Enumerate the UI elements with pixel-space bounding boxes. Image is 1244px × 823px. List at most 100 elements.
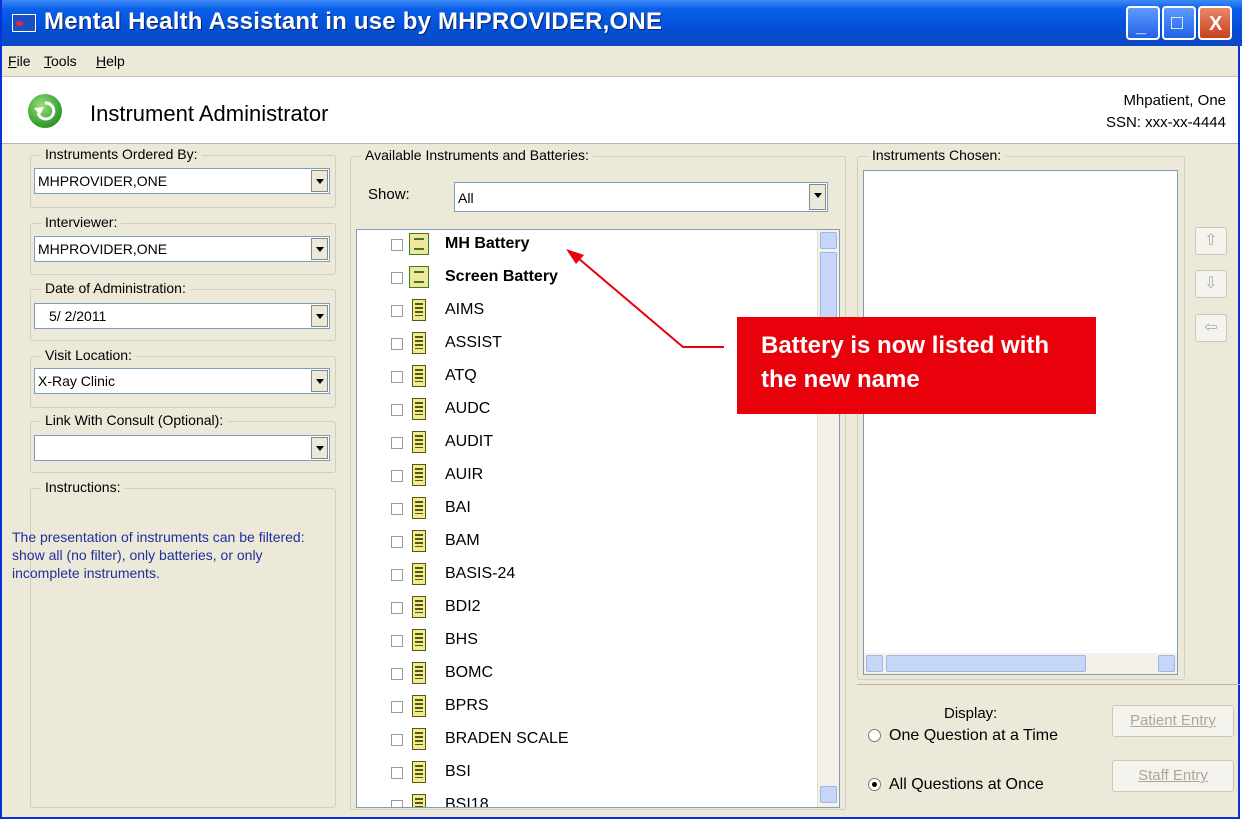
date-value: 5/ 2/2011 xyxy=(49,308,107,324)
back-arrow-icon[interactable] xyxy=(28,94,62,128)
menu-tools[interactable]: Tools xyxy=(44,53,77,69)
list-item[interactable]: AUIR xyxy=(357,461,817,494)
item-checkbox[interactable] xyxy=(391,635,403,647)
radio-all-questions[interactable] xyxy=(868,778,881,791)
item-label: ATQ xyxy=(445,367,477,384)
instrument-icon xyxy=(412,728,426,750)
item-label: AUDIT xyxy=(445,433,493,450)
maximize-button[interactable]: □ xyxy=(1162,6,1196,40)
instrument-icon xyxy=(412,629,426,651)
patient-entry-button[interactable]: Patient Entry xyxy=(1112,705,1234,737)
list-item[interactable]: BASIS-24 xyxy=(357,560,817,593)
item-label: BSI18 xyxy=(445,796,489,808)
item-checkbox[interactable] xyxy=(391,404,403,416)
list-item[interactable]: MH Battery xyxy=(357,230,817,263)
instrument-icon xyxy=(412,431,426,453)
list-item[interactable]: BDI2 xyxy=(357,593,817,626)
item-checkbox[interactable] xyxy=(391,701,403,713)
chevron-down-icon[interactable] xyxy=(809,184,826,210)
chevron-down-icon[interactable] xyxy=(311,370,328,392)
battery-icon xyxy=(409,233,429,255)
staff-entry-button[interactable]: Staff Entry xyxy=(1112,760,1234,792)
menu-bar: File Tools Help xyxy=(2,46,1238,77)
scroll-thumb[interactable] xyxy=(886,655,1086,672)
list-item[interactable]: AUDIT xyxy=(357,428,817,461)
list-item[interactable]: BSI18 xyxy=(357,791,817,808)
remove-button[interactable]: ⇦ xyxy=(1195,314,1227,342)
show-label: Show: xyxy=(368,186,410,203)
minimize-button[interactable]: _ xyxy=(1126,6,1160,40)
move-down-button[interactable]: ⇩ xyxy=(1195,270,1227,298)
list-item[interactable]: BAI xyxy=(357,494,817,527)
location-select[interactable]: X-Ray Clinic xyxy=(34,368,330,394)
show-filter-select[interactable]: All xyxy=(454,182,828,212)
instrument-icon xyxy=(412,662,426,684)
instrument-icon xyxy=(412,299,426,321)
item-checkbox[interactable] xyxy=(391,305,403,317)
chevron-down-icon[interactable] xyxy=(311,437,328,459)
close-button[interactable]: X xyxy=(1198,6,1232,40)
date-label: Date of Administration: xyxy=(41,280,190,296)
item-checkbox[interactable] xyxy=(391,800,403,807)
instrument-icon xyxy=(412,695,426,717)
scroll-down-button[interactable] xyxy=(820,786,837,803)
callout-text: Battery is now listed with the new name xyxy=(761,332,1050,393)
item-label: BAM xyxy=(445,532,480,549)
menu-help[interactable]: Help xyxy=(96,53,125,69)
list-item[interactable]: Screen Battery xyxy=(357,263,817,296)
scroll-up-button[interactable] xyxy=(820,232,837,249)
item-checkbox[interactable] xyxy=(391,503,403,515)
chevron-down-icon[interactable] xyxy=(311,305,328,327)
list-item[interactable]: BHS xyxy=(357,626,817,659)
item-checkbox[interactable] xyxy=(391,602,403,614)
show-filter-value: All xyxy=(458,190,474,206)
location-value: X-Ray Clinic xyxy=(38,373,116,389)
item-label: BOMC xyxy=(445,664,493,681)
patient-name: Mhpatient, One xyxy=(1123,92,1226,109)
item-checkbox[interactable] xyxy=(391,239,403,251)
ordered-by-value: MHPROVIDER,ONE xyxy=(38,173,168,189)
item-checkbox[interactable] xyxy=(391,272,403,284)
display-label: Display: xyxy=(944,705,998,722)
list-item[interactable]: BAM xyxy=(357,527,817,560)
list-item[interactable]: BRADEN SCALE xyxy=(357,725,817,758)
available-list[interactable]: MH Battery Screen Battery AIMS ASSIST ATQ AUD… xyxy=(356,229,840,808)
item-checkbox[interactable] xyxy=(391,371,403,383)
instrument-icon xyxy=(412,365,426,387)
item-checkbox[interactable] xyxy=(391,437,403,449)
chevron-down-icon[interactable] xyxy=(311,238,328,260)
menu-file[interactable]: File xyxy=(8,53,31,69)
item-checkbox[interactable] xyxy=(391,767,403,779)
item-label: BHS xyxy=(445,631,478,648)
chosen-list[interactable] xyxy=(863,170,1178,675)
battery-icon xyxy=(409,266,429,288)
item-checkbox[interactable] xyxy=(391,569,403,581)
item-checkbox[interactable] xyxy=(391,734,403,746)
item-label: AIMS xyxy=(445,301,485,318)
list-item[interactable]: BPRS xyxy=(357,692,817,725)
date-picker[interactable]: 5/ 2/2011 xyxy=(34,303,330,329)
instrument-icon xyxy=(412,464,426,486)
instrument-icon xyxy=(412,761,426,783)
scroll-left-button[interactable] xyxy=(866,655,883,672)
item-checkbox[interactable] xyxy=(391,338,403,350)
horizontal-scrollbar[interactable] xyxy=(864,653,1177,674)
scroll-right-button[interactable] xyxy=(1158,655,1175,672)
chevron-down-icon[interactable] xyxy=(311,170,328,192)
consult-select[interactable] xyxy=(34,435,330,461)
list-item[interactable]: BSI xyxy=(357,758,817,791)
chosen-label: Instruments Chosen: xyxy=(868,147,1006,163)
radio-one-question[interactable] xyxy=(868,729,881,742)
radio-all-questions-label[interactable]: All Questions at Once xyxy=(889,776,1044,794)
item-checkbox[interactable] xyxy=(391,536,403,548)
ordered-by-select[interactable]: MHPROVIDER,ONE xyxy=(34,168,330,194)
item-checkbox[interactable] xyxy=(391,668,403,680)
item-checkbox[interactable] xyxy=(391,470,403,482)
instrument-icon xyxy=(412,563,426,585)
radio-one-question-label[interactable]: One Question at a Time xyxy=(889,727,1058,745)
interviewer-select[interactable]: MHPROVIDER,ONE xyxy=(34,236,330,262)
title-bar[interactable]: Mental Health Assistant in use by MHPROV… xyxy=(2,0,1242,46)
list-item[interactable]: BOMC xyxy=(357,659,817,692)
item-label: MH Battery xyxy=(445,235,530,252)
move-up-button[interactable]: ⇧ xyxy=(1195,227,1227,255)
